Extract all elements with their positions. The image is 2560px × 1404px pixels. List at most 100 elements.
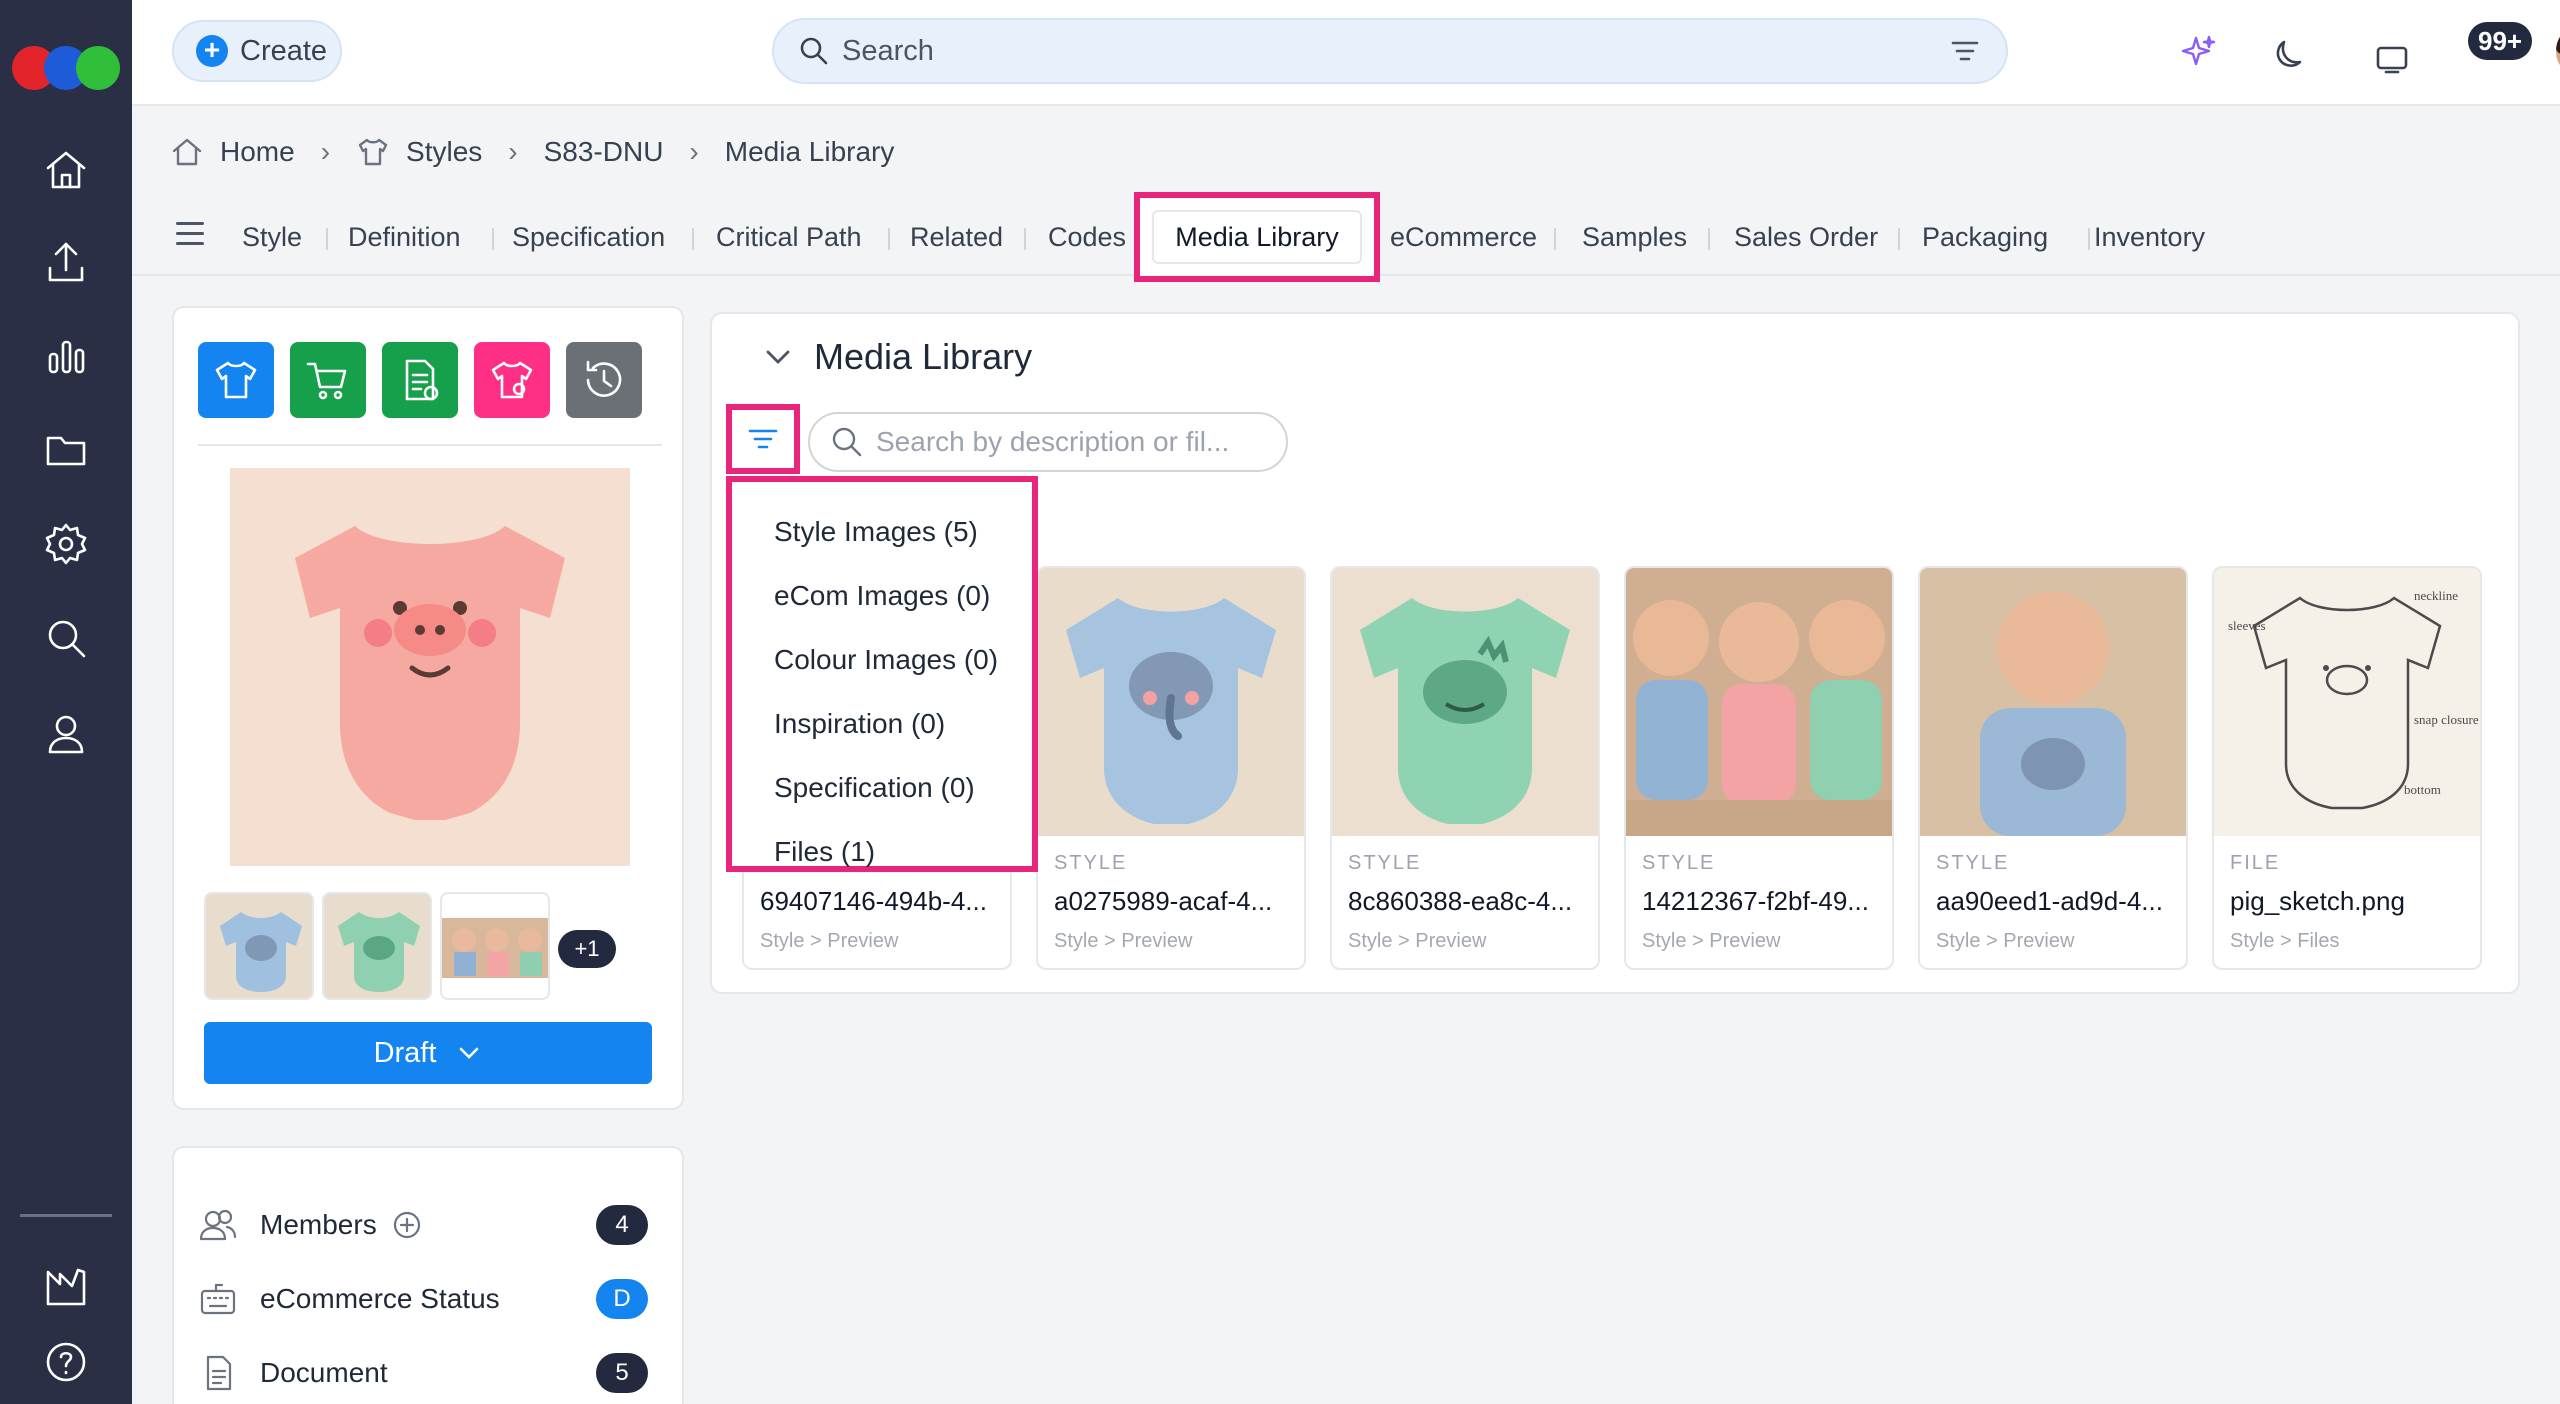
- chevron-down-icon: [766, 350, 790, 364]
- dark-mode-icon[interactable]: [2264, 24, 2320, 80]
- ecommerce-status-badge: D: [596, 1279, 648, 1319]
- menu-icon[interactable]: [176, 222, 204, 252]
- tab-media-library[interactable]: Media Library: [1134, 192, 1380, 282]
- media-type-label: STYLE: [1936, 852, 2010, 874]
- info-card: Members 4 eCommerce Status D Document 5: [172, 1146, 684, 1404]
- media-path: Style > Preview: [760, 930, 899, 952]
- style-action-button[interactable]: [198, 342, 274, 418]
- search-icon[interactable]: [36, 608, 96, 668]
- media-path: Style > Files: [2230, 930, 2340, 952]
- chevron-right-icon: ›: [320, 136, 331, 167]
- media-thumbnail: [1626, 568, 1892, 836]
- media-library-title: Media Library: [814, 336, 1033, 377]
- media-search-input[interactable]: Search by description or fil...: [808, 412, 1288, 472]
- tab-samples[interactable]: Samples: [1582, 212, 1687, 262]
- help-icon[interactable]: [36, 1332, 96, 1392]
- style-summary-card: +1 Draft: [172, 306, 684, 1110]
- document-icon: [206, 1355, 232, 1391]
- filter-option-colour-images[interactable]: Colour Images (0): [732, 628, 1032, 692]
- media-type-label: STYLE: [1642, 852, 1716, 874]
- thumbnail-elephant[interactable]: [204, 892, 314, 1000]
- user-icon[interactable]: [36, 704, 96, 764]
- media-path: Style > Preview: [1054, 930, 1193, 952]
- members-label: Members: [260, 1209, 377, 1240]
- history-icon: [586, 360, 622, 397]
- document-row[interactable]: Document 5: [198, 1348, 658, 1398]
- analytics-icon[interactable]: [36, 326, 96, 386]
- global-search[interactable]: Search: [772, 18, 2008, 84]
- filter-icon: [748, 429, 778, 449]
- media-type-label: FILE: [2230, 852, 2281, 874]
- ai-sparkle-icon[interactable]: [2170, 24, 2226, 80]
- shirt-settings-icon: [491, 361, 533, 399]
- breadcrumb-style-code[interactable]: S83-DNU: [544, 136, 664, 168]
- breadcrumb-home[interactable]: Home: [220, 136, 295, 168]
- tab-packaging[interactable]: Packaging: [1922, 212, 2048, 262]
- settings-icon[interactable]: [36, 514, 96, 574]
- filter-dropdown-menu: Style Images (5) eCom Images (0) Colour …: [726, 476, 1038, 872]
- breadcrumb-styles[interactable]: Styles: [406, 136, 482, 168]
- media-file-name: pig_sketch.png: [2230, 886, 2405, 916]
- filter-option-files[interactable]: Files (1): [732, 820, 1032, 884]
- tab-style[interactable]: Style: [242, 212, 302, 262]
- add-member-icon[interactable]: [391, 1209, 423, 1241]
- media-thumbnail: neckline sleeves snap closure bottom: [2214, 568, 2480, 836]
- filter-option-inspiration[interactable]: Inspiration (0): [732, 692, 1032, 756]
- rail-divider: [20, 1214, 112, 1217]
- sketch-label: sleeves: [2228, 618, 2266, 633]
- notification-badge: 99+: [2468, 22, 2533, 60]
- media-card[interactable]: STYLE a0275989-acaf-4... Style > Preview: [1036, 566, 1306, 970]
- create-button[interactable]: + Create: [172, 20, 342, 82]
- media-card[interactable]: STYLE 14212367-f2bf-49... Style > Previe…: [1624, 566, 1894, 970]
- status-dropdown-button[interactable]: Draft: [204, 1022, 652, 1084]
- filter-button[interactable]: [726, 404, 800, 474]
- media-card[interactable]: STYLE aa90eed1-ad9d-4... Style > Preview: [1918, 566, 2188, 970]
- media-card[interactable]: STYLE 8c860388-ea8c-4... Style > Preview: [1330, 566, 1600, 970]
- home-icon[interactable]: [36, 140, 96, 200]
- media-card[interactable]: neckline sleeves snap closure bottom FILE p…: [2212, 566, 2482, 970]
- style-main-image[interactable]: [230, 468, 630, 866]
- app-logo[interactable]: [12, 46, 122, 90]
- ecommerce-status-row[interactable]: eCommerce Status D: [198, 1274, 658, 1324]
- breadcrumb: Home › Styles › S83-DNU › Media Library: [170, 130, 894, 174]
- tab-codes[interactable]: Codes: [1048, 212, 1126, 262]
- notifications-icon[interactable]: [2364, 30, 2420, 86]
- tab-ecommerce[interactable]: eCommerce: [1390, 212, 1537, 262]
- document-action-button[interactable]: [382, 342, 458, 418]
- thumbnail-dinosaur[interactable]: [322, 892, 432, 1000]
- shirt-icon: [358, 138, 388, 166]
- history-action-button[interactable]: [566, 342, 642, 418]
- more-thumbnails-badge[interactable]: +1: [558, 930, 616, 968]
- tab-sales-order[interactable]: Sales Order: [1734, 212, 1878, 262]
- filter-option-style-images[interactable]: Style Images (5): [732, 500, 1032, 564]
- plus-icon: +: [196, 35, 228, 67]
- sketch-label: neckline: [2414, 588, 2458, 603]
- tab-related[interactable]: Related: [910, 212, 1003, 262]
- members-icon: [199, 1209, 237, 1241]
- media-thumbnail: [1332, 568, 1598, 836]
- chevron-right-icon: ›: [689, 136, 699, 167]
- ecommerce-action-button[interactable]: [290, 342, 366, 418]
- tab-definition[interactable]: Definition: [348, 212, 461, 262]
- tab-critical-path[interactable]: Critical Path: [716, 212, 862, 262]
- create-button-label: Create: [240, 34, 328, 67]
- media-file-name: 8c860388-ea8c-4...: [1348, 886, 1573, 916]
- filter-option-ecom-images[interactable]: eCom Images (0): [732, 564, 1032, 628]
- factory-icon[interactable]: [36, 1256, 96, 1316]
- chevron-down-icon: [460, 1047, 479, 1059]
- top-bar: + Create Search 99+: [132, 0, 2560, 106]
- filter-option-specification[interactable]: Specification (0): [732, 756, 1032, 820]
- sample-action-button[interactable]: [474, 342, 550, 418]
- thumbnail-babies[interactable]: [440, 892, 550, 1000]
- tab-inventory[interactable]: Inventory: [2094, 212, 2205, 262]
- user-avatar[interactable]: [2554, 22, 2560, 80]
- folder-icon[interactable]: [36, 420, 96, 480]
- tab-specification[interactable]: Specification: [512, 212, 665, 262]
- members-row[interactable]: Members 4: [198, 1200, 658, 1250]
- ecommerce-status-label: eCommerce Status: [260, 1283, 500, 1314]
- tab-media-library-label: Media Library: [1152, 210, 1362, 264]
- upload-icon[interactable]: [36, 232, 96, 292]
- filter-icon[interactable]: [1948, 34, 1982, 68]
- media-library-header[interactable]: Media Library: [762, 336, 1032, 378]
- document-label: Document: [260, 1357, 388, 1388]
